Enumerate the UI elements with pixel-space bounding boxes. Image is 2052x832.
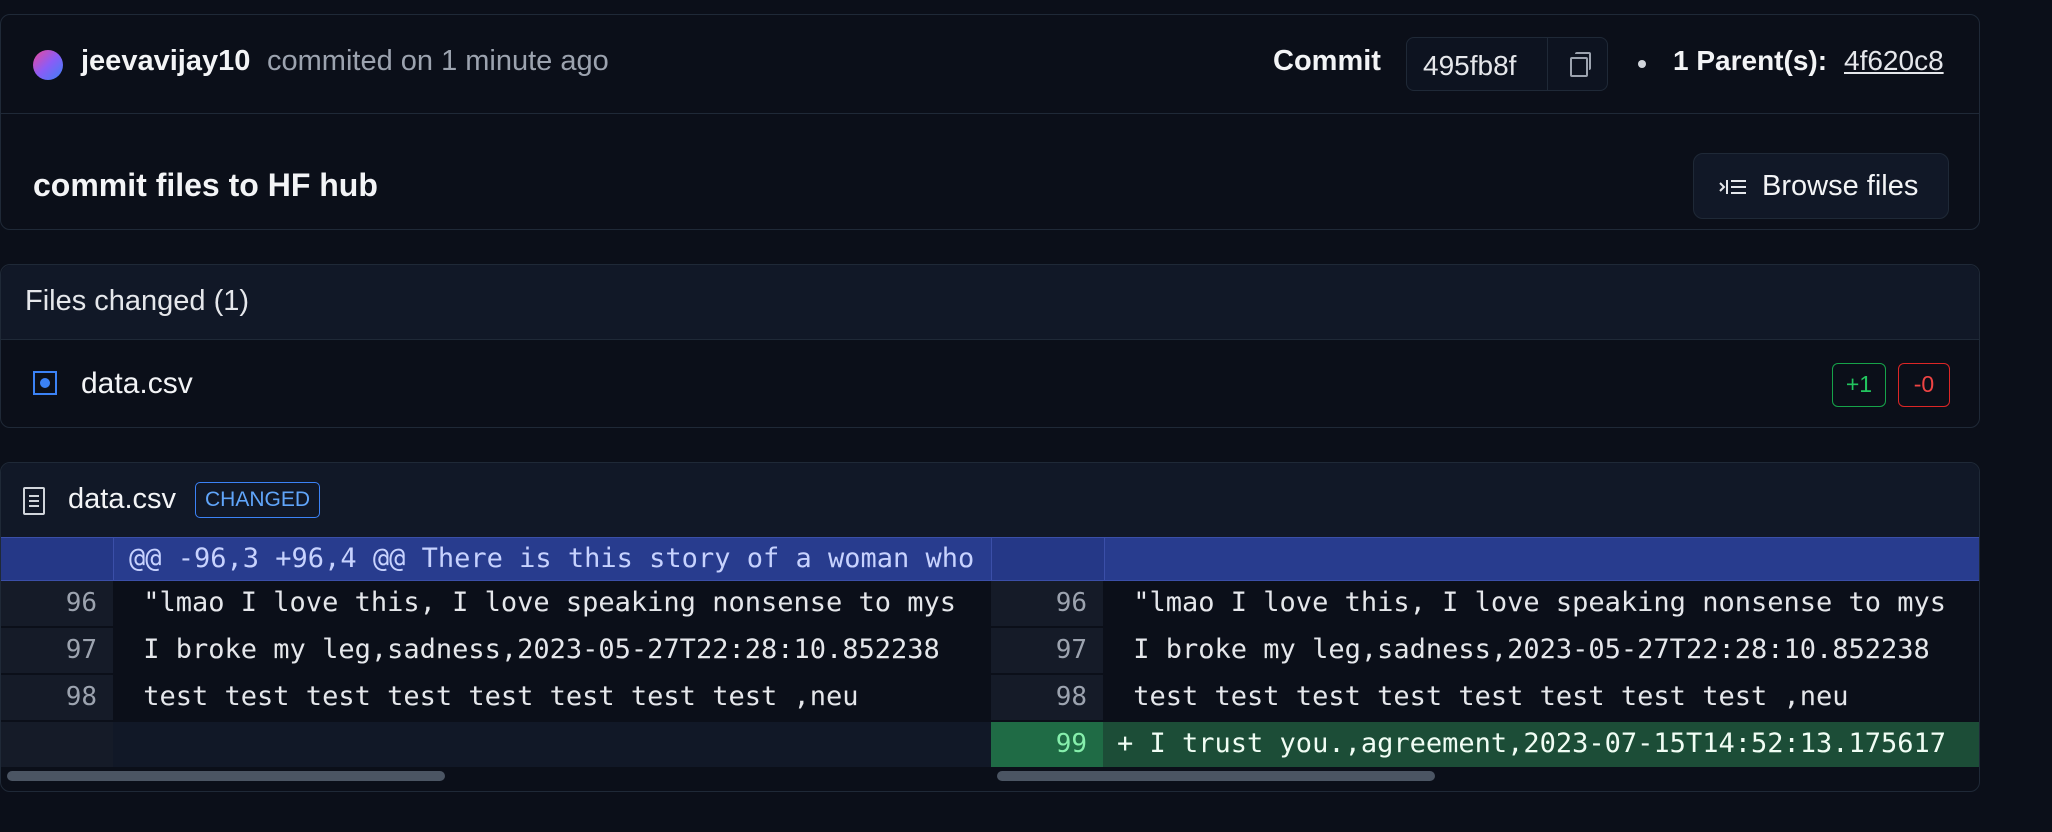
commit-message: commit files to HF hub [33, 167, 378, 203]
diff-row: 96 "lmao I love this, I love speaking no… [1, 581, 991, 628]
code-line: "lmao I love this, I love speaking nonse… [1117, 587, 1947, 618]
hunk-header-text: @@ -96,3 +96,4 @@ There is this story of… [129, 543, 975, 574]
browse-files-button[interactable]: Browse files [1693, 153, 1949, 219]
diff-row: 97 I broke my leg,sadness,2023-05-27T22:… [1, 628, 991, 675]
commit-hash-box: 495fb8f [1406, 37, 1608, 91]
diff-left-pane: 96 "lmao I love this, I love speaking no… [1, 581, 991, 729]
diff-card: data.csv CHANGED @@ -96,3 +96,4 @@ There… [0, 462, 1980, 792]
files-changed-title: Files changed (1) [25, 285, 250, 317]
code-line: I broke my leg,sadness,2023-05-27T22:28:… [127, 634, 940, 665]
diff-right-pane: 96 "lmao I love this, I love speaking no… [991, 581, 1979, 729]
code-line: + I trust you.,agreement,2023-07-15T14:5… [1103, 722, 1979, 767]
line-number: 97 [991, 628, 1103, 673]
line-number: 98 [1, 675, 113, 720]
right-scrollbar[interactable] [997, 771, 1435, 781]
parent-commit-link[interactable]: 4f620c8 [1844, 45, 1944, 77]
hunk-header: @@ -96,3 +96,4 @@ There is this story of… [1, 537, 1979, 581]
line-number: 96 [1, 581, 113, 626]
diff-row: 98 test test test test test test test te… [991, 675, 1979, 722]
code-line [113, 722, 991, 767]
commit-card: jeevavijay10 commited on 1 minute ago Co… [0, 14, 1980, 230]
parents-label: 1 Parent(s): [1673, 45, 1828, 76]
browse-files-label: Browse files [1762, 170, 1919, 202]
commit-header: jeevavijay10 commited on 1 minute ago Co… [1, 15, 1979, 114]
line-number [1, 722, 113, 767]
changed-file-link[interactable]: data.csv [81, 367, 193, 401]
code-line: I broke my leg,sadness,2023-05-27T22:28:… [1117, 634, 1930, 665]
diff-row: 96 "lmao I love this, I love speaking no… [991, 581, 1979, 628]
diff-row: 98 test test test test test test test te… [1, 675, 991, 722]
diff-file-name[interactable]: data.csv [68, 483, 176, 516]
commit-time: commited on 1 minute ago [267, 45, 609, 77]
deletions-badge: -0 [1898, 363, 1950, 407]
line-number: 99 [991, 722, 1103, 767]
code-line: "lmao I love this, I love speaking nonse… [127, 587, 957, 618]
diff-row: 97 I broke my leg,sadness,2023-05-27T22:… [991, 628, 1979, 675]
diff-header: data.csv CHANGED [1, 463, 1979, 537]
line-number: 96 [991, 581, 1103, 626]
left-scrollbar[interactable] [7, 771, 445, 781]
avatar[interactable] [33, 50, 63, 80]
files-changed-card: Files changed (1) data.csv +1 -0 [0, 264, 1980, 428]
code-line: test test test test test test test test … [127, 681, 859, 712]
additions-badge: +1 [1832, 363, 1886, 407]
code-line: test test test test test test test test … [1117, 681, 1849, 712]
diff-row-empty [1, 722, 991, 769]
browse-files-icon [1719, 180, 1746, 194]
status-badge: CHANGED [195, 482, 321, 518]
copy-hash-button[interactable] [1547, 38, 1610, 90]
separator-dot [1638, 60, 1646, 68]
document-icon [23, 487, 45, 515]
file-icon [33, 371, 57, 395]
diff-row-added: 99 + I trust you.,agreement,2023-07-15T1… [991, 722, 1979, 769]
commit-hash: 495fb8f [1423, 50, 1517, 81]
commit-label: Commit [1273, 45, 1381, 77]
files-changed-header: Files changed (1) [1, 265, 1979, 340]
line-number: 97 [1, 628, 113, 673]
line-number: 98 [991, 675, 1103, 720]
author-name[interactable]: jeevavijay10 [81, 45, 250, 78]
